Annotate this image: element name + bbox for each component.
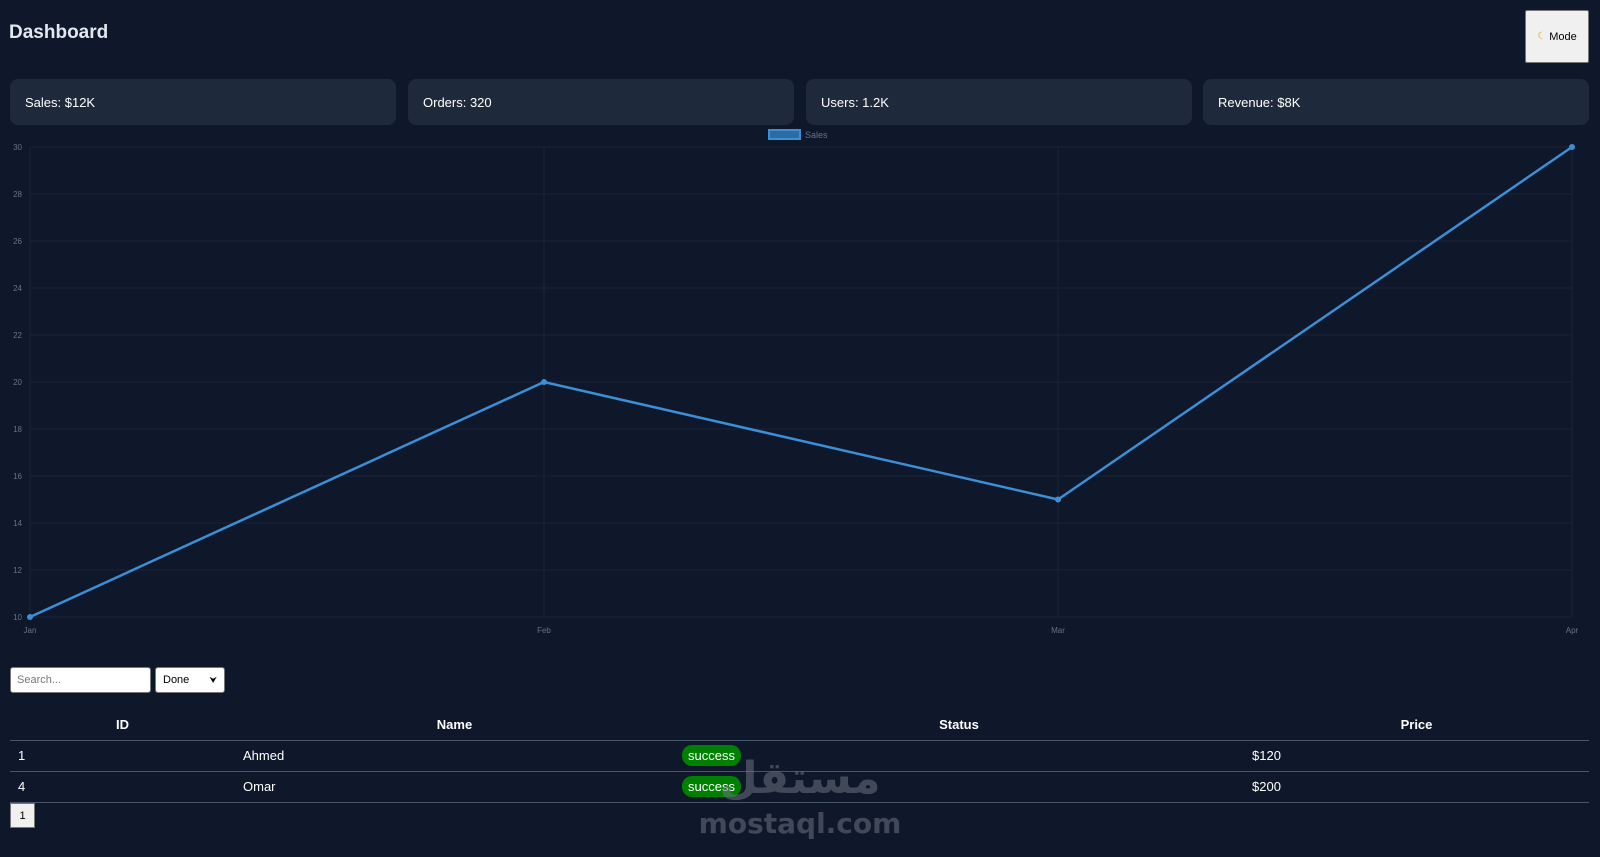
table-row[interactable]: 1 Ahmed success $120: [10, 740, 1589, 772]
cell-id: 4: [10, 771, 235, 803]
y-tick-label: 30: [13, 143, 22, 152]
stat-card-label: Orders: 320: [423, 94, 492, 110]
cell-price: $120: [1244, 740, 1589, 772]
table-filters: Done ⮟: [10, 667, 225, 693]
stat-card-sales: Sales: $12K: [10, 79, 396, 125]
status-badge: success: [682, 745, 741, 766]
data-point: [541, 379, 547, 385]
stat-card-users: Users: 1.2K: [806, 79, 1192, 125]
column-header-id[interactable]: ID: [10, 710, 235, 741]
cell-status: success: [674, 771, 1244, 803]
mode-label: Mode: [1549, 30, 1577, 43]
table-header-row: ID Name Status Price: [10, 710, 1589, 741]
sales-chart: 10 12 14 16 18 20 22 24 26 28 30 Jan Feb Mar Apr Sales: [0, 128, 1600, 658]
data-point: [1055, 496, 1061, 503]
column-header-status[interactable]: Status: [674, 710, 1244, 741]
x-tick-label: Jan: [24, 626, 37, 635]
y-tick-label: 16: [13, 472, 22, 481]
cell-id: 1: [10, 740, 235, 772]
data-point: [1569, 144, 1575, 150]
y-tick-label: 22: [13, 331, 22, 340]
pagination-page-button[interactable]: 1: [10, 803, 35, 828]
status-select-value: Done: [163, 674, 190, 686]
stat-card-label: Sales: $12K: [25, 94, 96, 110]
search-input[interactable]: [10, 667, 151, 693]
stat-card-label: Users: 1.2K: [821, 94, 889, 110]
sales-line-chart: 10 12 14 16 18 20 22 24 26 28 30 Jan Feb Mar Apr Sales: [13, 129, 1579, 635]
y-tick-label: 12: [13, 566, 22, 575]
legend-label: Sales: [805, 130, 828, 140]
y-tick-label: 18: [13, 425, 22, 434]
stat-card-label: Revenue: $8K: [1218, 94, 1301, 110]
chevron-down-icon: ⮟: [209, 674, 217, 685]
table-row[interactable]: 4 Omar success $200: [10, 771, 1589, 803]
stat-card-revenue: Revenue: $8K: [1203, 79, 1589, 125]
page-title: Dashboard: [9, 22, 109, 43]
column-header-price[interactable]: Price: [1244, 710, 1589, 741]
y-tick-label: 14: [13, 519, 22, 528]
x-tick-label: Feb: [537, 626, 551, 635]
cell-name: Omar: [235, 771, 674, 803]
stat-card-orders: Orders: 320: [408, 79, 794, 125]
cell-name: Ahmed: [235, 740, 674, 772]
orders-table: ID Name Status Price 1 Ahmed success $12…: [10, 710, 1589, 803]
y-tick-label: 24: [13, 284, 22, 293]
cell-price: $200: [1244, 771, 1589, 803]
watermark-latin: mostaql.com: [700, 807, 900, 840]
status-badge: success: [682, 776, 741, 797]
legend-swatch: [768, 129, 801, 140]
y-tick-label: 20: [13, 378, 22, 387]
moon-icon: ☾: [1537, 31, 1547, 42]
x-tick-label: Mar: [1051, 626, 1065, 635]
column-header-name[interactable]: Name: [235, 710, 674, 741]
y-tick-label: 10: [13, 613, 22, 622]
y-tick-label: 26: [13, 237, 22, 246]
status-select[interactable]: Done ⮟: [155, 667, 225, 693]
cell-status: success: [674, 740, 1244, 772]
data-point: [27, 614, 33, 620]
mode-toggle-button[interactable]: ☾ Mode: [1525, 10, 1589, 63]
y-tick-label: 28: [13, 190, 22, 199]
x-tick-label: Apr: [1566, 626, 1579, 635]
